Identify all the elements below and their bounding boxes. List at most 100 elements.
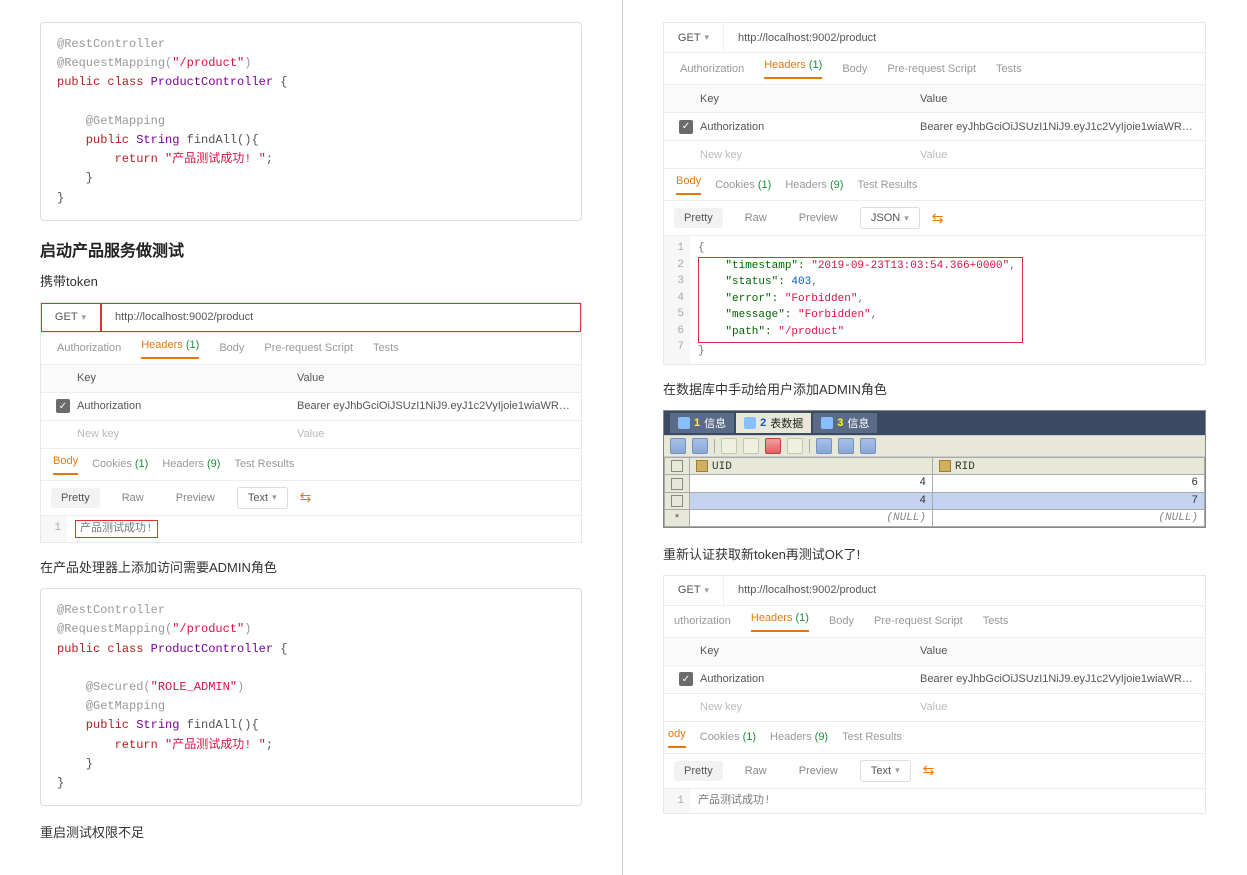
http-method-select[interactable]: GET▾: [664, 576, 724, 605]
table-row[interactable]: 4 6: [665, 475, 1205, 492]
tab-headers[interactable]: Headers (1): [751, 612, 809, 632]
line-gutter: 1: [41, 516, 67, 543]
resp-tab-headers[interactable]: Headers (9): [770, 731, 828, 743]
header-key[interactable]: Authorization: [77, 400, 297, 412]
url-input[interactable]: http://localhost:9002/product: [101, 311, 267, 323]
tab-body[interactable]: Body: [842, 63, 867, 75]
line-gutter: 1234567: [664, 236, 690, 364]
resp-tab-testresults[interactable]: Test Results: [842, 731, 902, 743]
resp-tab-cookies[interactable]: Cookies (1): [715, 179, 771, 191]
tab-body[interactable]: Body: [219, 342, 244, 354]
toolbar-btn[interactable]: [721, 438, 737, 454]
db-tab-info1[interactable]: 1 信息: [670, 413, 734, 433]
format-select[interactable]: JSON▾: [860, 207, 920, 229]
resp-tab-body[interactable]: Body: [676, 175, 701, 195]
toolbar-btn[interactable]: [838, 438, 854, 454]
tab-tests[interactable]: Tests: [983, 615, 1009, 627]
view-raw[interactable]: Raw: [735, 761, 777, 781]
tab-prerequest[interactable]: Pre-request Script: [887, 63, 976, 75]
view-preview[interactable]: Preview: [166, 488, 225, 508]
chevron-down-icon: ▾: [272, 492, 277, 503]
checkbox-icon[interactable]: [671, 495, 683, 507]
tab-tests[interactable]: Tests: [996, 63, 1022, 75]
resp-tab-testresults[interactable]: Test Results: [857, 179, 917, 191]
col-rid: RID: [955, 460, 975, 472]
http-method-select[interactable]: GET▾: [41, 303, 101, 332]
db-tab-info2[interactable]: 3 信息: [813, 413, 877, 433]
checkbox-icon[interactable]: [671, 478, 683, 490]
resp-tab-testresults[interactable]: Test Results: [234, 458, 294, 470]
postman-panel-1: GET▾ http://localhost:9002/product Autho…: [40, 302, 582, 544]
table-row-selected[interactable]: 4 7: [665, 492, 1205, 509]
resp-tab-cookies[interactable]: Cookies (1): [92, 458, 148, 470]
tab-body[interactable]: Body: [829, 615, 854, 627]
new-key-input[interactable]: New key: [77, 428, 297, 440]
header-row[interactable]: ✓ Authorization Bearer eyJhbGciOiJSUzI1N…: [41, 393, 581, 421]
response-tabs: Body Cookies (1) Headers (9) Test Result…: [41, 449, 581, 481]
view-raw[interactable]: Raw: [112, 488, 154, 508]
chevron-down-icon: ▾: [895, 765, 900, 776]
toolbar-btn[interactable]: [860, 438, 876, 454]
url-input[interactable]: http://localhost:9002/product: [724, 584, 890, 596]
column-icon: [696, 460, 708, 472]
toolbar-btn[interactable]: [670, 438, 686, 454]
col-header-value: Value: [297, 372, 573, 384]
toolbar-btn[interactable]: [692, 438, 708, 454]
table-row-new[interactable]: * (NULL) (NULL): [665, 509, 1205, 526]
left-column: @RestController @RequestMapping("/produc…: [0, 0, 623, 875]
view-raw[interactable]: Raw: [735, 208, 777, 228]
checkbox-checked-icon[interactable]: ✓: [56, 399, 70, 413]
para-add-role-db: 在数据库中手动给用户添加ADMIN角色: [663, 379, 1206, 398]
response-text: 产品测试成功!: [698, 795, 771, 807]
header-row[interactable]: ✓ Authorization Bearer eyJhbGciOiJSUzI1N…: [664, 666, 1205, 694]
format-select[interactable]: Text▾: [860, 760, 911, 782]
tab-authorization[interactable]: Authorization: [57, 342, 121, 354]
db-tab-data[interactable]: 2 表数据: [736, 413, 811, 433]
db-table[interactable]: UID RID 4 6 4 7 * (NULL) (NULL): [664, 457, 1205, 527]
postman-panel-3: GET▾ http://localhost:9002/product uthor…: [663, 575, 1206, 815]
wrap-icon[interactable]: ⇆: [923, 762, 935, 779]
db-grid-panel: 1 信息 2 表数据 3 信息 UID RID: [663, 410, 1206, 528]
para-token: 携带token: [40, 271, 582, 290]
wrap-icon[interactable]: ⇆: [300, 489, 312, 506]
view-preview[interactable]: Preview: [789, 761, 848, 781]
tab-authorization[interactable]: Authorization: [680, 63, 744, 75]
tab-authorization[interactable]: uthorization: [674, 615, 731, 627]
http-method-select[interactable]: GET▾: [664, 23, 724, 52]
toolbar-btn[interactable]: [743, 438, 759, 454]
toolbar-delete-btn[interactable]: [765, 438, 781, 454]
view-pretty[interactable]: Pretty: [674, 208, 723, 228]
line-gutter: 1: [664, 789, 690, 814]
tab-headers[interactable]: Headers (1): [141, 339, 199, 359]
url-input[interactable]: http://localhost:9002/product: [724, 32, 890, 44]
postman-panel-2: GET▾ http://localhost:9002/product Autho…: [663, 22, 1206, 365]
tab-headers[interactable]: Headers (1): [764, 59, 822, 79]
resp-tab-cookies[interactable]: Cookies (1): [700, 731, 756, 743]
header-row[interactable]: ✓ Authorization Bearer eyJhbGciOiJSUzI1N…: [664, 113, 1205, 141]
view-pretty[interactable]: Pretty: [674, 761, 723, 781]
resp-tab-headers[interactable]: Headers (9): [785, 179, 843, 191]
column-icon: [939, 460, 951, 472]
wrap-icon[interactable]: ⇆: [932, 210, 944, 227]
view-preview[interactable]: Preview: [789, 208, 848, 228]
response-text: 产品测试成功!: [75, 520, 158, 539]
resp-tab-headers[interactable]: Headers (9): [162, 458, 220, 470]
chevron-down-icon: ▾: [705, 585, 710, 596]
view-pretty[interactable]: Pretty: [51, 488, 100, 508]
tab-prerequest[interactable]: Pre-request Script: [874, 615, 963, 627]
tab-tests[interactable]: Tests: [373, 342, 399, 354]
format-select[interactable]: Text▾: [237, 487, 288, 509]
checkbox-icon[interactable]: [671, 460, 683, 472]
header-value[interactable]: Bearer eyJhbGciOiJSUzI1NiJ9.eyJ1c2VyIjoi…: [297, 400, 573, 412]
checkbox-checked-icon[interactable]: ✓: [679, 672, 693, 686]
resp-tab-body[interactable]: Body: [53, 455, 78, 475]
toolbar-btn[interactable]: [816, 438, 832, 454]
col-header-key: Key: [77, 372, 297, 384]
tab-prerequest[interactable]: Pre-request Script: [264, 342, 353, 354]
new-value-input[interactable]: Value: [297, 428, 573, 440]
toolbar-btn[interactable]: [787, 438, 803, 454]
response-json: { "timestamp": "2019-09-23T13:03:54.366+…: [690, 236, 1205, 364]
checkbox-checked-icon[interactable]: ✓: [679, 120, 693, 134]
resp-tab-body[interactable]: ody: [668, 728, 686, 748]
para-restart: 重启测试权限不足: [40, 822, 582, 841]
